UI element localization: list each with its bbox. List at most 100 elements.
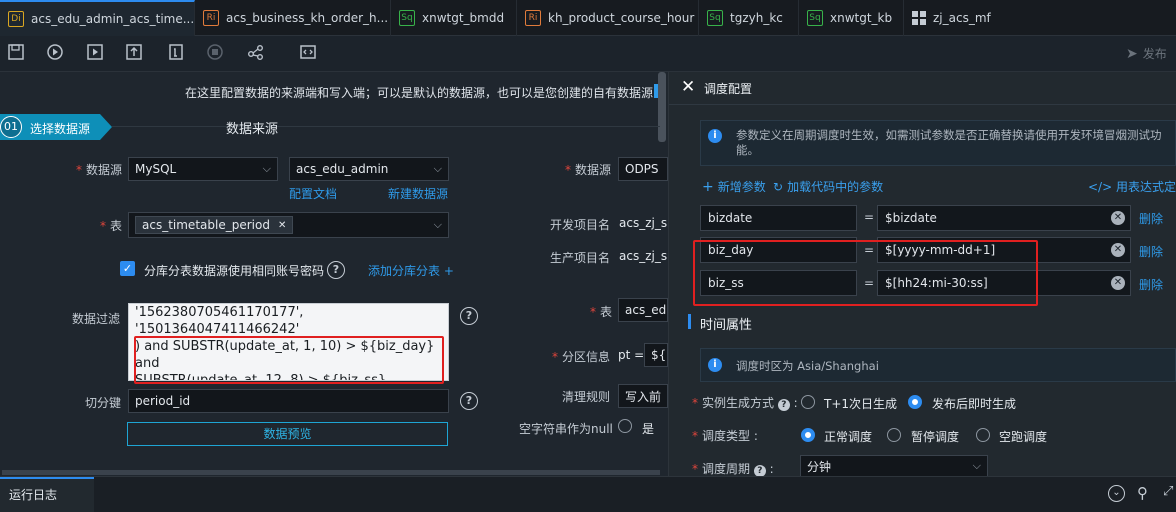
split-key-input[interactable]: period_id	[128, 389, 449, 413]
help-icon[interactable]: ?	[460, 307, 478, 325]
horizontal-scrollbar[interactable]	[2, 470, 660, 475]
new-datasource-link[interactable]: 新建数据源	[388, 185, 448, 202]
expand-icon[interactable]: ⤢	[1163, 484, 1173, 499]
datasource-name-select[interactable]: acs_edu_admin ⌵	[289, 157, 449, 181]
tab-xnwtgt-bmdd[interactable]: Sq xnwtgt_bmdd	[391, 0, 517, 36]
upload-icon[interactable]	[124, 43, 144, 63]
stop-icon[interactable]	[205, 43, 225, 63]
run-log-label: 运行日志	[9, 488, 58, 502]
config-doc-link[interactable]: 配置文档	[289, 185, 337, 202]
highlight-box	[693, 240, 1038, 306]
bottom-bar	[0, 476, 1176, 512]
param-info-text: 参数定义在周期调度时生效，如需测试参数是否正确替换请使用开发环境冒烟测试功能。	[736, 128, 1162, 157]
tab-kh-product[interactable]: Ri kh_product_course_hour	[517, 0, 699, 36]
pin-icon[interactable]: ⚲	[1137, 484, 1148, 502]
tab-acs-business[interactable]: Ri acs_business_kh_order_h...	[195, 0, 391, 36]
cycle-select[interactable]: 分钟 ⌵	[800, 455, 988, 477]
section-marker	[688, 314, 691, 329]
source-title: 数据来源	[226, 122, 279, 137]
sql-icon: Sq	[399, 10, 415, 26]
panel-title: 调度配置	[704, 82, 753, 96]
load-params-button[interactable]: ↻ 加载代码中的参数	[773, 178, 883, 195]
same-account-checkbox[interactable]: ✓	[120, 261, 135, 276]
info-icon: i	[708, 358, 722, 372]
clear-icon[interactable]: ✕	[1111, 243, 1125, 257]
tab-label: acs_edu_admin_acs_time...	[31, 12, 195, 26]
equals-sign: =	[864, 210, 875, 224]
dest-table-select[interactable]: acs_ed	[618, 298, 668, 322]
sql-icon: Sq	[807, 10, 823, 26]
workflow-icon	[912, 11, 926, 25]
format-icon[interactable]	[166, 43, 186, 63]
delete-param-button[interactable]: 删除	[1139, 210, 1163, 227]
tab-label: zj_acs_mf	[933, 11, 991, 25]
delete-param-button[interactable]: 删除	[1139, 243, 1163, 260]
help-icon[interactable]: ?	[327, 261, 345, 279]
type-option-radio[interactable]	[976, 428, 990, 442]
prod-project-label: 生产项目名	[550, 251, 611, 265]
clean-rule-label: 清理规则	[562, 390, 611, 404]
plus-icon: +	[702, 179, 714, 195]
close-panel-icon[interactable]: ✕	[681, 77, 695, 97]
dest-table-label: * 表	[590, 305, 613, 319]
gen-option-radio[interactable]	[801, 395, 815, 409]
prod-project-value: acs_zj_s	[619, 249, 668, 263]
gen-option-radio[interactable]	[908, 395, 922, 409]
clean-rule-select[interactable]: 写入前	[618, 384, 668, 408]
checkbox-label: 分库分表数据源使用相同账号密码	[144, 264, 325, 278]
type-option-radio[interactable]	[887, 428, 901, 442]
param-name-input[interactable]: bizdate	[700, 205, 857, 231]
datasource-type-select[interactable]: MySQL ⌵	[128, 157, 278, 181]
tab-acs-edu-admin[interactable]: Di acs_edu_admin_acs_time...	[0, 0, 195, 36]
tab-label: xnwtgt_kb	[830, 11, 893, 25]
step-number: 01	[0, 116, 22, 138]
partition-label: * 分区信息	[552, 350, 611, 364]
highlight-box	[134, 336, 444, 384]
refresh-icon: ↻	[773, 180, 784, 194]
clear-icon[interactable]: ✕	[1111, 211, 1125, 225]
split-key-label: 切分键	[85, 396, 122, 410]
gen-option-label: 发布后即时生成	[932, 397, 1017, 411]
filter-line: '1562380705461170177',	[135, 305, 304, 320]
cycle-label: * 调度周期 ? :	[692, 462, 774, 477]
tab-label: acs_business_kh_order_h...	[226, 11, 389, 25]
close-icon[interactable]: ✕	[278, 220, 286, 231]
partition-prefix: pt =	[618, 348, 645, 362]
code-view-icon[interactable]	[298, 43, 318, 63]
add-param-button[interactable]: + 新增参数	[702, 178, 766, 195]
run-icon[interactable]	[45, 43, 65, 63]
step-divider	[112, 126, 660, 127]
type-option-radio[interactable]	[801, 428, 815, 442]
param-value-input[interactable]: $bizdate	[877, 205, 1131, 231]
publish-button[interactable]: ➤ 发布	[1126, 45, 1167, 62]
expr-define-link[interactable]: </> 用表达式定义	[1088, 178, 1176, 195]
tab-xnwtgt-kb[interactable]: Sq xnwtgt_kb	[799, 0, 904, 36]
filter-label: 数据过滤	[72, 312, 121, 326]
tab-tgzyh-kc[interactable]: Sq tgzyh_kc	[699, 0, 799, 36]
chevron-down-icon: ⌵	[433, 218, 442, 231]
add-shard-link[interactable]: 添加分库分表 +	[368, 262, 454, 279]
data-preview-button[interactable]: 数据预览	[127, 422, 448, 446]
help-icon: ?	[777, 399, 790, 411]
vertical-scrollbar[interactable]	[658, 72, 666, 142]
table-select[interactable]: acs_timetable_period ✕ ⌵	[128, 212, 449, 238]
dev-project-value: acs_zj_s	[619, 216, 668, 230]
run-params-icon[interactable]	[85, 43, 105, 63]
table-tag: acs_timetable_period ✕	[135, 216, 294, 234]
dest-datasource-select[interactable]: ODPS	[618, 157, 668, 181]
save-icon[interactable]	[6, 43, 26, 63]
collapse-icon[interactable]: ⌄	[1108, 485, 1125, 502]
panel-divider	[669, 104, 1176, 105]
datasource-label: * 数据源	[76, 163, 123, 177]
clear-icon[interactable]: ✕	[1111, 276, 1125, 290]
help-icon[interactable]: ?	[460, 392, 478, 410]
lineage-icon[interactable]	[246, 43, 266, 63]
tab-zj-acs-mf[interactable]: zj_acs_mf	[904, 0, 1004, 36]
send-icon: ➤	[1126, 45, 1138, 62]
schedule-type-label: * 调度类型 :	[692, 429, 758, 443]
delete-param-button[interactable]: 删除	[1139, 276, 1163, 293]
null-yes-radio[interactable]	[618, 419, 632, 433]
dest-datasource-label: * 数据源	[565, 163, 612, 177]
timezone-text: 调度时区为 Asia/Shanghai	[736, 359, 879, 373]
partition-input[interactable]: ${	[644, 343, 668, 367]
